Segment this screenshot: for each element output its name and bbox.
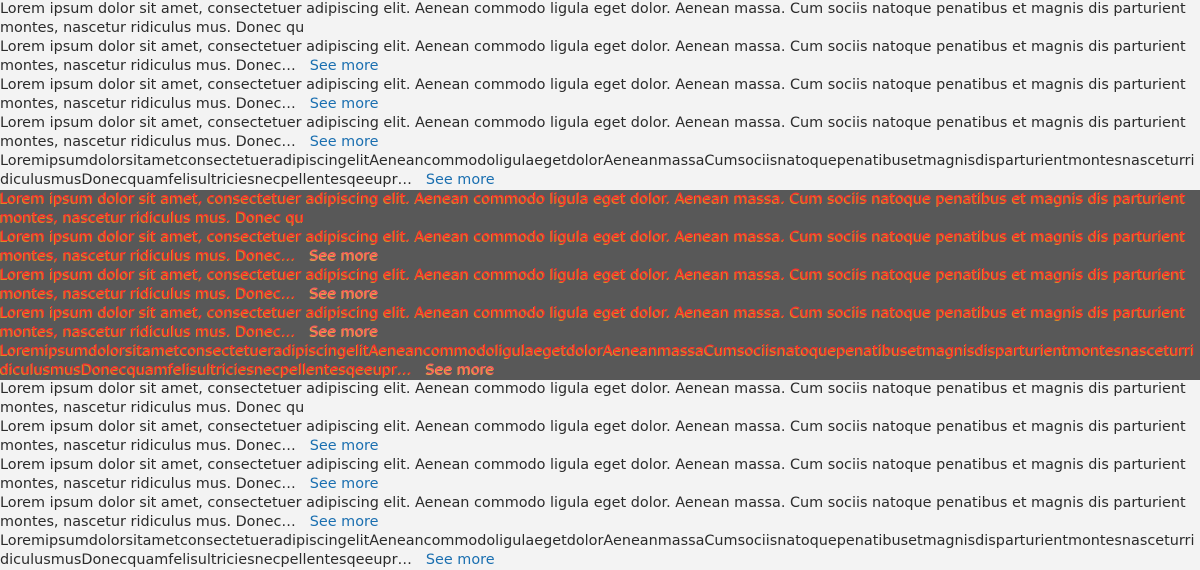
text-item-text: Loremipsumdolorsitametconsectetueradipis…: [0, 533, 1195, 568]
see-more-link[interactable]: See more: [310, 96, 379, 112]
text-item-text: Lorem ipsum dolor sit amet, consectetuer…: [0, 39, 1186, 74]
see-more-link[interactable]: See more: [426, 552, 495, 568]
debug-overlay-band: Lorem ipsum dolor sit amet, consectetuer…: [0, 190, 1200, 380]
overlay-text-item: Lorem ipsum dolor sit amet, consectetuer…: [0, 228, 1200, 266]
text-item-2: Lorem ipsum dolor sit amet, consectetuer…: [0, 38, 1200, 76]
overlay-text: Lorem ipsum dolor sit amet, consectetuer…: [0, 229, 1186, 264]
text-item-3: Lorem ipsum dolor sit amet, consectetuer…: [0, 76, 1200, 114]
text-item-5: Loremipsumdolorsitametconsectetueradipis…: [0, 532, 1200, 570]
overlay-see-more: See more: [309, 324, 379, 340]
text-item-text: Lorem ipsum dolor sit amet, consectetuer…: [0, 419, 1186, 454]
overlay-see-more: See more: [309, 286, 379, 302]
overlay-text: Lorem ipsum dolor sit amet, consectetuer…: [0, 191, 1186, 226]
overlay-text: Loremipsumdolorsitametconsectetueradipis…: [0, 343, 1195, 378]
overlay-layer-red: Lorem ipsum dolor sit amet, consectetuer…: [0, 190, 1200, 380]
truncated-text-group-bottom: Lorem ipsum dolor sit amet, consectetuer…: [0, 380, 1200, 570]
text-item-text: Lorem ipsum dolor sit amet, consectetuer…: [0, 77, 1186, 112]
overlay-text: Lorem ipsum dolor sit amet, consectetuer…: [0, 267, 1186, 302]
text-item-3: Lorem ipsum dolor sit amet, consectetuer…: [0, 456, 1200, 494]
see-more-link[interactable]: See more: [310, 134, 379, 150]
overlay-see-more: See more: [309, 248, 379, 264]
see-more-link[interactable]: See more: [310, 476, 379, 492]
see-more-link[interactable]: See more: [310, 514, 379, 530]
text-item-4: Lorem ipsum dolor sit amet, consectetuer…: [0, 494, 1200, 532]
overlay-text-item: Loremipsumdolorsitametconsectetueradipis…: [0, 342, 1200, 380]
text-item-text: Lorem ipsum dolor sit amet, consectetuer…: [0, 381, 1186, 416]
see-more-link[interactable]: See more: [310, 58, 379, 74]
text-item-text: Lorem ipsum dolor sit amet, consectetuer…: [0, 495, 1186, 530]
see-more-link[interactable]: See more: [310, 438, 379, 454]
overlay-see-more: See more: [425, 362, 495, 378]
text-item-text: Loremipsumdolorsitametconsectetueradipis…: [0, 153, 1195, 188]
text-item-text: Lorem ipsum dolor sit amet, consectetuer…: [0, 457, 1186, 492]
text-item-2: Lorem ipsum dolor sit amet, consectetuer…: [0, 418, 1200, 456]
text-item-text: Lorem ipsum dolor sit amet, consectetuer…: [0, 1, 1186, 36]
text-item-4: Lorem ipsum dolor sit amet, consectetuer…: [0, 114, 1200, 152]
overlay-text-item: Lorem ipsum dolor sit amet, consectetuer…: [0, 266, 1200, 304]
text-item-text: Lorem ipsum dolor sit amet, consectetuer…: [0, 115, 1186, 150]
overlay-text-item: Lorem ipsum dolor sit amet, consectetuer…: [0, 304, 1200, 342]
truncated-text-group-top: Lorem ipsum dolor sit amet, consectetuer…: [0, 0, 1200, 190]
text-item-1: Lorem ipsum dolor sit amet, consectetuer…: [0, 0, 1200, 38]
text-item-1: Lorem ipsum dolor sit amet, consectetuer…: [0, 380, 1200, 418]
overlay-text: Lorem ipsum dolor sit amet, consectetuer…: [0, 305, 1186, 340]
text-item-5: Loremipsumdolorsitametconsectetueradipis…: [0, 152, 1200, 190]
overlay-text-item: Lorem ipsum dolor sit amet, consectetuer…: [0, 190, 1200, 228]
see-more-link[interactable]: See more: [426, 172, 495, 188]
